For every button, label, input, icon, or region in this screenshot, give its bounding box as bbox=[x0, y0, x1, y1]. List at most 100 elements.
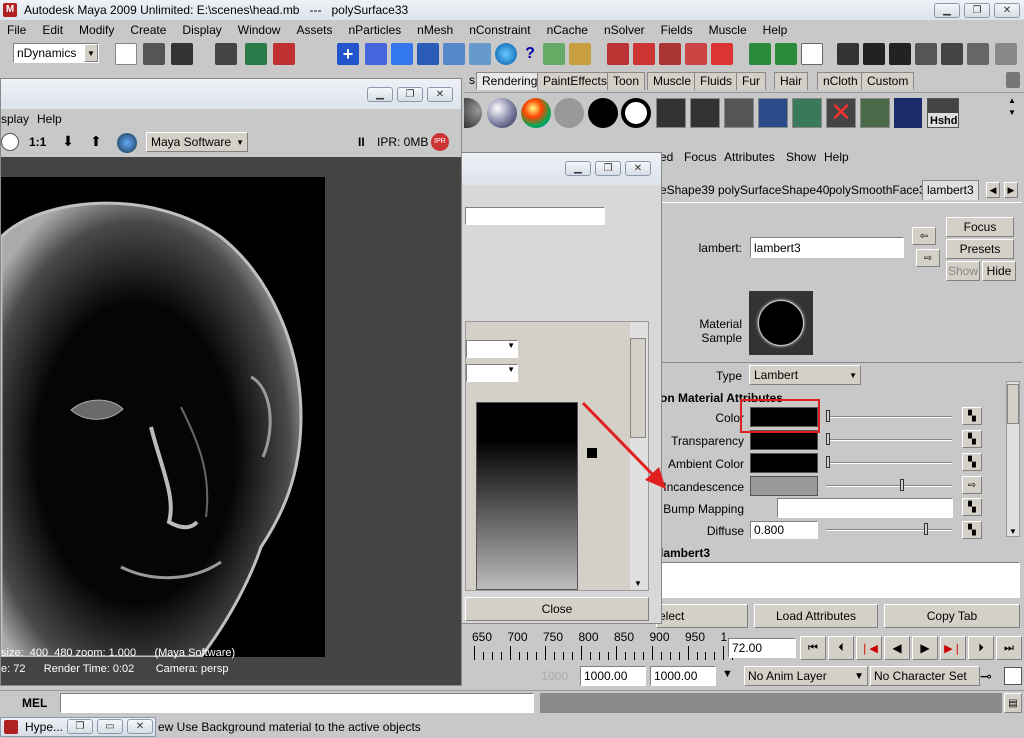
transparency-slider-thumb[interactable] bbox=[826, 433, 830, 445]
hypershade-icon[interactable] bbox=[941, 43, 963, 65]
incandescence-swatch[interactable] bbox=[750, 476, 818, 496]
select-component-icon[interactable] bbox=[273, 43, 295, 65]
bump-mapping-field[interactable] bbox=[777, 498, 953, 518]
zoom-fit-icon[interactable] bbox=[1, 133, 19, 151]
render-settings-shelf-icon[interactable] bbox=[724, 98, 754, 128]
incandescence-connected-icon[interactable]: ⇨ bbox=[962, 476, 982, 494]
ring-sphere-icon[interactable] bbox=[621, 98, 651, 128]
rainbow-sphere-icon[interactable] bbox=[521, 98, 551, 128]
menu-edit[interactable]: Edit bbox=[34, 20, 71, 40]
ae-tab-lambert3[interactable]: lambert3 bbox=[922, 180, 979, 200]
menu-window[interactable]: Window bbox=[230, 20, 289, 40]
snap-grid-icon[interactable] bbox=[607, 43, 629, 65]
ipr-clapper-icon[interactable] bbox=[690, 98, 720, 128]
shelf-tab-hair[interactable]: Hair bbox=[774, 72, 809, 90]
lock-icon[interactable] bbox=[569, 43, 591, 65]
real-size-button[interactable]: 1:1 bbox=[29, 135, 46, 149]
ae-menu-selected[interactable]: ed bbox=[660, 150, 673, 164]
select-object-icon[interactable] bbox=[245, 43, 267, 65]
current-frame-field[interactable]: 72.00 bbox=[728, 638, 796, 658]
shelf-tab-toon[interactable]: Toon bbox=[607, 72, 646, 90]
section-header[interactable]: on Material Attributes bbox=[660, 391, 783, 405]
bump-mapping-map-button[interactable]: ▚ bbox=[962, 498, 982, 516]
keep-image-icon[interactable]: ⬇ bbox=[57, 133, 79, 153]
anim-prefs-icon[interactable] bbox=[1004, 667, 1022, 685]
step-forward-key-icon[interactable]: ▶❘ bbox=[940, 636, 966, 660]
character-set-dropdown[interactable]: No Character Set bbox=[870, 666, 980, 686]
color-chooser-close-icon[interactable]: ✕ bbox=[625, 161, 651, 176]
render-view-minimize-button[interactable]: ▁ bbox=[367, 87, 393, 102]
select-rendering-icon[interactable] bbox=[495, 43, 517, 65]
render-canvas[interactable]: size: 400 480 zoom: 1.000 (Maya Software… bbox=[1, 157, 461, 685]
menu-help[interactable]: Help bbox=[755, 20, 796, 40]
select-curves-icon[interactable] bbox=[391, 43, 413, 65]
shelf-tab-muscle[interactable]: Muscle bbox=[647, 72, 698, 90]
channel-box-icon[interactable] bbox=[967, 43, 989, 65]
diffuse-slider[interactable] bbox=[826, 529, 952, 531]
save-scene-icon[interactable] bbox=[171, 43, 193, 65]
tab-left-arrow-icon[interactable]: ◀ bbox=[986, 182, 1000, 198]
range-end-field[interactable]: 1000.00 bbox=[650, 666, 716, 686]
render-view-close-button[interactable]: ✕ bbox=[427, 87, 453, 102]
ipr-render-icon[interactable] bbox=[889, 43, 911, 65]
diffuse-field[interactable]: 0.800 bbox=[750, 521, 818, 539]
ae-menu-show[interactable]: Show bbox=[786, 150, 816, 164]
select-button[interactable]: elect bbox=[656, 604, 748, 628]
make-live-icon[interactable] bbox=[711, 43, 733, 65]
render-settings-icon[interactable] bbox=[915, 43, 937, 65]
ae-scrollbar[interactable]: ▼ bbox=[1006, 381, 1020, 537]
menu-nconstraint[interactable]: nConstraint bbox=[461, 20, 538, 40]
menu-nparticles[interactable]: nParticles bbox=[340, 20, 409, 40]
render-frame-icon[interactable] bbox=[863, 43, 885, 65]
light-bulb-icon[interactable] bbox=[758, 98, 788, 128]
flask-red-icon[interactable] bbox=[860, 98, 890, 128]
ae-menu-focus[interactable]: Focus bbox=[684, 150, 717, 164]
copy-tab-button[interactable]: Copy Tab bbox=[884, 604, 1020, 628]
snap-view-icon[interactable] bbox=[685, 43, 707, 65]
color-slider-thumb[interactable] bbox=[826, 410, 830, 422]
ambient-color-map-button[interactable]: ▚ bbox=[962, 453, 982, 471]
select-handles-icon[interactable]: + bbox=[337, 43, 359, 65]
shelf-tab-fluids[interactable]: Fluids bbox=[694, 72, 739, 90]
menu-assets[interactable]: Assets bbox=[288, 20, 340, 40]
menu-file[interactable]: File bbox=[0, 20, 34, 40]
tab-right-arrow-icon[interactable]: ▶ bbox=[1004, 182, 1018, 198]
chevron-down-icon[interactable]: ▼ bbox=[722, 668, 733, 680]
time-slider[interactable]: 650 700 750 800 850 900 950 1 bbox=[464, 630, 734, 662]
value-gradient[interactable] bbox=[476, 402, 578, 590]
load-attributes-button[interactable]: Load Attributes bbox=[754, 604, 878, 628]
ambient-color-slider[interactable] bbox=[826, 462, 952, 464]
shelf-tab-rendering[interactable]: Rendering bbox=[476, 72, 544, 90]
menu-ncache[interactable]: nCache bbox=[539, 20, 596, 40]
color-chooser-minimize-button[interactable]: ▁ bbox=[565, 161, 591, 176]
clapper-icon[interactable] bbox=[656, 98, 686, 128]
cross-icon[interactable]: ✕ bbox=[826, 98, 856, 128]
menu-nmesh[interactable]: nMesh bbox=[409, 20, 461, 40]
snap-curve-icon[interactable] bbox=[633, 43, 655, 65]
render-view-icon[interactable] bbox=[837, 43, 859, 65]
script-editor-icon[interactable]: ▤ bbox=[1004, 693, 1022, 713]
go-to-end-icon[interactable]: ⏭ bbox=[996, 636, 1022, 660]
shelf-tab-painteffects[interactable]: PaintEffects bbox=[537, 72, 613, 90]
color-slider[interactable] bbox=[826, 416, 952, 418]
select-surfaces-icon[interactable] bbox=[417, 43, 439, 65]
step-forward-icon[interactable]: ⏵ bbox=[968, 636, 994, 660]
render-globals-icon[interactable] bbox=[117, 133, 137, 153]
ae-tab-smoothface3[interactable]: polySmoothFace3 bbox=[829, 183, 926, 197]
shelf-tab-fur[interactable]: Fur bbox=[736, 72, 766, 90]
color-chooser-maximize-button[interactable]: ❐ bbox=[595, 161, 621, 176]
help-icon[interactable]: ? bbox=[519, 43, 541, 65]
menu-muscle[interactable]: Muscle bbox=[701, 20, 755, 40]
key-icon[interactable]: ⊸ bbox=[980, 668, 992, 685]
ae-tab-shape39[interactable]: eShape39 bbox=[660, 183, 715, 197]
input-connection-icon[interactable]: ⇦ bbox=[912, 227, 936, 245]
taskbar-hypershade[interactable]: Hype... ❐ ▭ ✕ bbox=[0, 717, 156, 737]
input-ops-icon[interactable] bbox=[749, 43, 771, 65]
color-map-button[interactable]: ▚ bbox=[962, 407, 982, 425]
color-chooser-scrollbar[interactable]: ▼ bbox=[630, 322, 648, 590]
range-start-field[interactable]: 1000.00 bbox=[580, 666, 646, 686]
diffuse-map-button[interactable]: ▚ bbox=[962, 521, 982, 539]
output-ops-icon[interactable] bbox=[775, 43, 797, 65]
render-menu-display[interactable]: splay bbox=[1, 112, 29, 126]
blinn-sphere-icon[interactable] bbox=[487, 98, 517, 128]
